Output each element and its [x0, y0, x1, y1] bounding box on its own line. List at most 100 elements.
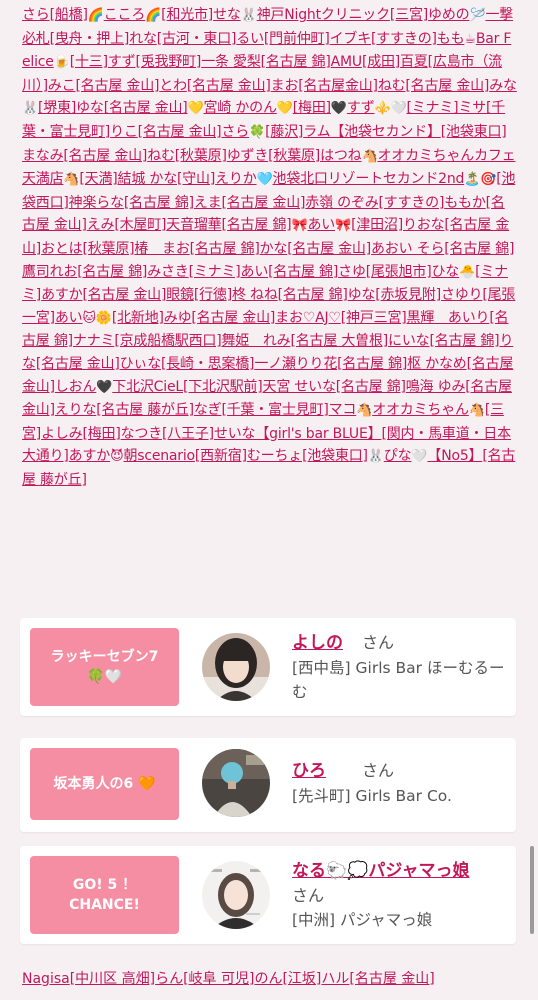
cast-link[interactable]: すず — [347, 100, 375, 116]
cast-link[interactable]: [神戸三 — [341, 310, 388, 326]
cast-link[interactable]: お — [41, 241, 55, 257]
cast-link[interactable]: [名古屋 錦] — [190, 241, 260, 257]
cast-link[interactable]: ねむ — [378, 78, 406, 94]
cast-link[interactable]: 黒輝 あいり — [407, 310, 490, 326]
cast-link[interactable]: 赤嶺 のぞみ — [305, 195, 378, 211]
cast-link[interactable]: オオカミちゃん — [372, 402, 469, 418]
cast-link[interactable]: せいな【girl's bar BLUE】 — [214, 426, 382, 442]
cast-link[interactable]: な — [110, 195, 124, 211]
cast-link[interactable]: 金山] — [345, 78, 378, 94]
cast-link[interactable]: [天満] — [79, 171, 117, 187]
cast-link[interactable]: よしみ — [41, 426, 83, 442]
cast-link[interactable]: [名古屋 — [298, 78, 345, 94]
cast-link[interactable]: [尾張旭市] — [366, 264, 432, 280]
cast-link[interactable]: 宮 せいな — [276, 379, 336, 395]
cast-link[interactable]: りおな — [403, 217, 445, 233]
cast-link[interactable]: せな — [213, 7, 241, 23]
cast-link[interactable]: 朝 — [123, 448, 137, 464]
ranking-card-2[interactable]: 坂本勇人の6 🧡 ひろ さん [先斗町] Girls Bar Co. — [20, 738, 516, 832]
cast-link[interactable]: 子] — [195, 426, 214, 442]
cast-link[interactable]: [ミナミ] — [407, 100, 459, 116]
cast-link[interactable]: [岐阜 可児] — [183, 971, 254, 987]
cast-link[interactable]: はつね — [320, 148, 362, 164]
cast-link[interactable]: [千 — [221, 402, 240, 418]
cast-link[interactable]: scenario — [137, 448, 195, 464]
cast-link[interactable]: 天 — [263, 379, 277, 395]
cast-link[interactable]: 天音瑠華 — [166, 217, 221, 233]
cast-link[interactable]: [梅田] — [293, 100, 331, 116]
cast-name-link[interactable]: なる🐑💭パジャマっ娘 — [292, 856, 469, 881]
cast-link[interactable]: あすか — [41, 287, 83, 303]
cast-link[interactable]: [秋葉原] — [82, 241, 134, 257]
cast-link[interactable]: [名古屋 金山] — [221, 195, 305, 211]
cast-link[interactable]: さゆり — [441, 287, 483, 303]
cast-link[interactable]: みな — [489, 78, 517, 94]
cast-link[interactable]: [京成船橋駅西口] — [114, 333, 221, 349]
cast-link[interactable]: さら — [221, 124, 249, 140]
cast-link[interactable]: なぎ — [194, 402, 222, 418]
cast-link[interactable]: りこ — [110, 124, 138, 140]
cast-link[interactable]: の] — [418, 31, 437, 47]
cast-link[interactable]: 神楽ら — [69, 195, 111, 211]
cast-link[interactable]: [名古屋 錦] — [336, 379, 406, 395]
cast-link[interactable]: [成 — [362, 54, 381, 70]
cast-link[interactable]: 椿 まお — [134, 241, 189, 257]
cast-link[interactable]: ももか — [444, 195, 486, 211]
cast-link[interactable]: [八王 — [162, 426, 195, 442]
cast-link[interactable]: [赤坂見附] — [375, 287, 441, 303]
cast-link[interactable]: 葉・富士見町] — [241, 402, 329, 418]
cast-link[interactable]: あい — [307, 217, 335, 233]
cast-link[interactable]: 原] — [208, 148, 227, 164]
cast-link[interactable]: [北新地] — [112, 310, 164, 326]
cast-link[interactable]: あすか — [69, 448, 111, 464]
cast-link[interactable]: ハル — [321, 971, 349, 987]
cast-link[interactable]: ゆな — [76, 100, 104, 116]
cast-link[interactable]: 鷹司れお — [22, 264, 77, 280]
cast-link[interactable]: ゆな — [348, 287, 376, 303]
cast-link[interactable]: ナナミ — [73, 333, 115, 349]
cast-link[interactable]: イブキ — [330, 31, 372, 47]
cast-link[interactable]: [江坂] — [282, 971, 321, 987]
cast-link[interactable]: [行徳] — [194, 287, 232, 303]
avatar[interactable] — [202, 749, 270, 817]
cast-link[interactable]: [秋葉原] — [268, 148, 320, 164]
cast-link[interactable]: [すすき — [371, 31, 418, 47]
cast-link[interactable]: [曳舟・押上] — [50, 31, 130, 47]
cast-link[interactable]: [名古屋 藤が丘] — [96, 402, 194, 418]
cast-link[interactable]: [名古屋 金山] — [191, 310, 275, 326]
cast-link[interactable]: ゆずき — [227, 148, 269, 164]
cast-link[interactable]: [池袋東口] — [302, 448, 368, 464]
cast-link[interactable]: るい — [236, 31, 264, 47]
cast-link[interactable]: [下北沢駅前] — [183, 379, 263, 395]
cast-link[interactable]: えみ — [87, 217, 115, 233]
cast-link[interactable]: ひぃな — [120, 356, 162, 372]
cast-link[interactable]: [門前仲町] — [264, 31, 330, 47]
cast-link[interactable]: 宮崎 かのん — [204, 100, 277, 116]
cast-link[interactable]: [名古屋 金山] — [287, 241, 371, 257]
cast-link[interactable]: [堺東] — [38, 100, 76, 116]
cast-link[interactable]: ねむ — [147, 148, 175, 164]
cast-link[interactable]: [西新宿] — [195, 448, 247, 464]
cast-link[interactable]: こころ — [104, 7, 146, 23]
cast-link[interactable]: ミサ — [458, 100, 486, 116]
cast-link[interactable]: [三宮] — [390, 7, 428, 23]
cast-link[interactable]: [古河・東口] — [157, 31, 237, 47]
cast-link[interactable]: マコ — [329, 402, 357, 418]
cast-link[interactable]: なつき — [121, 426, 163, 442]
cast-link[interactable]: [名古屋 錦] — [268, 264, 338, 280]
cast-link[interactable]: 宮] — [387, 310, 406, 326]
cast-link[interactable]: すず — [108, 54, 136, 70]
ranking-card-3[interactable]: GO! 5 ！ CHANCE! なる🐑💭パジャマっ娘 さん [中洲] パジャマっ… — [20, 846, 516, 944]
cast-link[interactable]: [兎我野町] — [135, 54, 201, 70]
page-scrollbar[interactable] — [530, 846, 534, 934]
cast-link[interactable]: かな — [260, 241, 288, 257]
cast-link[interactable]: 舞姫 れみ — [221, 333, 290, 349]
cast-link[interactable]: あい — [241, 264, 269, 280]
cast-link[interactable]: 柊 ねね — [232, 287, 278, 303]
cast-link[interactable]: [長崎・思案橋] — [161, 356, 255, 372]
cast-link[interactable]: まお — [271, 78, 299, 94]
cast-link[interactable]: [木屋町] — [114, 217, 166, 233]
cast-link[interactable]: もも — [437, 31, 465, 47]
cast-link[interactable]: [名古屋 錦] — [429, 333, 499, 349]
cast-link[interactable]: にいな — [388, 333, 430, 349]
